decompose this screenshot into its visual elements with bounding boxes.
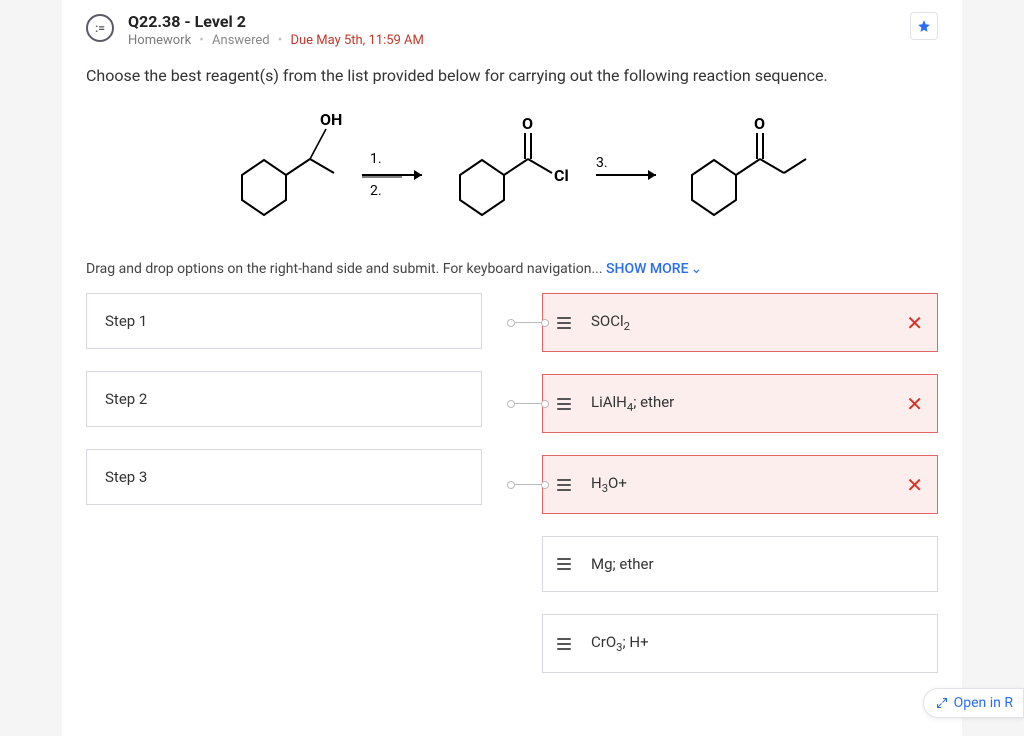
drop-targets-column: Step 1 Step 2 Step 3 [86,293,482,673]
question-card: := Q22.38 - Level 2 Homework • Answered … [62,0,962,736]
option-label: H3O+ [591,474,627,492]
svg-text:O: O [754,114,765,133]
open-label: Open in R [954,695,1013,711]
options-column: SOCl2 ✕ LiAlH4; ether ✕ H3O+ ✕ Mg; ether CrO3; … [542,293,938,673]
question-type-icon: := [86,14,114,42]
svg-text:3.: 3. [596,155,608,171]
drag-handle-icon[interactable] [557,479,571,491]
option-3[interactable]: H3O+ ✕ [542,455,938,514]
question-prompt: Choose the best reagent(s) from the list… [86,66,938,85]
option-1[interactable]: SOCl2 ✕ [542,293,938,352]
svg-text:Cl: Cl [554,166,569,185]
incorrect-icon: ✕ [906,311,923,335]
bookmark-button[interactable] [910,12,938,40]
connector-line [507,481,549,489]
connector-line [507,400,549,408]
option-4[interactable]: Mg; ether [542,536,938,592]
svg-text:2.: 2. [370,183,382,199]
drop-slot-step-3[interactable]: Step 3 [86,449,482,505]
option-label: SOCl2 [591,312,630,330]
reaction-diagram: OH 1. 2. O Cl 3. [86,105,938,235]
drop-slot-step-2[interactable]: Step 2 [86,371,482,427]
meta-status: Answered [212,33,270,48]
drag-handle-icon[interactable] [557,398,571,410]
meta-type: Homework [128,33,191,48]
incorrect-icon: ✕ [906,392,923,416]
incorrect-icon: ✕ [906,473,923,497]
dnd-instructions: Drag and drop options on the right-hand … [86,261,938,277]
star-icon [917,19,931,33]
option-label: Mg; ether [591,555,654,573]
expand-icon [936,697,948,709]
question-title: Q22.38 - Level 2 [128,12,424,31]
label-oh: OH [320,110,342,129]
option-label: LiAlH4; ether [591,393,674,411]
show-more-link[interactable]: SHOW MORE ⌄ [606,261,702,277]
question-meta: Homework • Answered • Due May 5th, 11:59… [128,33,424,48]
option-2[interactable]: LiAlH4; ether ✕ [542,374,938,433]
drag-handle-icon[interactable] [557,638,571,650]
open-in-reader-button[interactable]: Open in R [923,688,1024,718]
option-label: CrO3; H+ [591,633,649,651]
question-header: := Q22.38 - Level 2 Homework • Answered … [86,12,938,48]
svg-text:1.: 1. [370,151,382,167]
option-5[interactable]: CrO3; H+ [542,614,938,673]
meta-due: Due May 5th, 11:59 AM [290,33,423,48]
connector-line [507,319,549,327]
drop-slot-step-1[interactable]: Step 1 [86,293,482,349]
drag-handle-icon[interactable] [557,558,571,570]
svg-text:O: O [522,114,533,133]
chevron-down-icon: ⌄ [691,261,703,277]
drag-drop-area: Step 1Step 2Step 3 SOCl2✕LiAlH4; ether✕H… [86,293,938,673]
drag-handle-icon[interactable] [557,317,571,329]
